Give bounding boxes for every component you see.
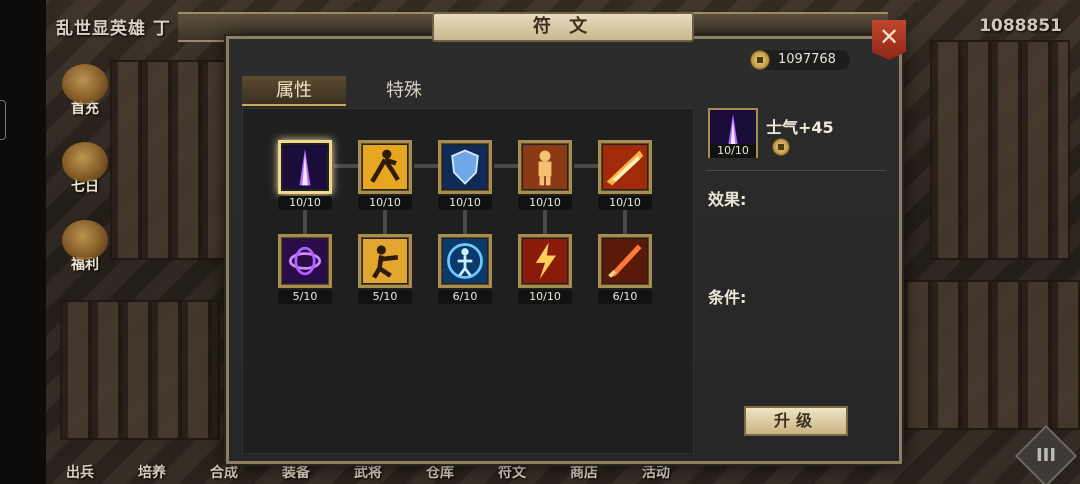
tab-special[interactable]: 特殊: [356, 76, 452, 106]
connector: [463, 210, 467, 234]
condition-label: 条件:: [708, 288, 747, 307]
rune-slot-1[interactable]: [278, 140, 332, 194]
nav-train[interactable]: 培养: [138, 462, 166, 482]
welfare-button[interactable]: 福利: [56, 220, 114, 282]
lightning-strike-icon: [523, 239, 567, 283]
currency-value: 1097768: [778, 52, 836, 67]
nav-rune[interactable]: 符文: [498, 462, 526, 482]
first-recharge-button[interactable]: 首充: [56, 64, 114, 126]
treasure-icon: [62, 220, 108, 260]
rune-slot-3[interactable]: [438, 140, 492, 194]
nav-warehouse[interactable]: 仓库: [426, 462, 454, 482]
nav-craft[interactable]: 合成: [210, 462, 238, 482]
connector: [334, 164, 358, 168]
nav-generals[interactable]: 武将: [354, 462, 382, 482]
cost-coin-icon: [772, 138, 790, 156]
connector: [543, 210, 547, 234]
blue-figure-icon: [443, 239, 487, 283]
fire-sword-icon: [603, 239, 647, 283]
rune-slot-8[interactable]: [438, 234, 492, 288]
edge-handle[interactable]: [0, 100, 6, 140]
connector: [383, 210, 387, 234]
running-figure-icon: [363, 145, 407, 189]
connector: [303, 210, 307, 234]
rune-slot-4[interactable]: [518, 140, 572, 194]
kick-figure-icon: [363, 239, 407, 283]
currency-display: 1097768: [750, 50, 850, 70]
rune-count-4: 10/10: [518, 196, 572, 210]
shield-icon: [443, 145, 487, 189]
rune-count-8: 6/10: [438, 290, 492, 304]
rune-count-7: 5/10: [358, 290, 412, 304]
fire-slash-icon: [603, 145, 647, 189]
rune-count-1: 10/10: [278, 196, 332, 210]
dialog-title: 符 文: [432, 12, 694, 42]
rune-count-3: 10/10: [438, 196, 492, 210]
selected-rune-name: 士气+45: [766, 118, 834, 137]
nav-equip[interactable]: 装备: [282, 462, 310, 482]
coin-icon: [750, 50, 770, 70]
connector: [574, 164, 598, 168]
nav-events[interactable]: 活动: [642, 462, 670, 482]
rune-slot-5[interactable]: [598, 140, 652, 194]
purple-vortex-icon: [283, 239, 327, 283]
rune-slot-2[interactable]: [358, 140, 412, 194]
rune-count-2: 10/10: [358, 196, 412, 210]
warrior-icon: [523, 145, 567, 189]
close-button[interactable]: ✕: [872, 20, 906, 60]
rune-slot-6[interactable]: [278, 234, 332, 288]
gift-icon: [62, 64, 108, 104]
rune-slot-7[interactable]: [358, 234, 412, 288]
rune-slot-9[interactable]: [518, 234, 572, 288]
upgrade-button[interactable]: 升级: [744, 406, 848, 436]
nav-deploy[interactable]: 出兵: [66, 462, 94, 482]
rune-count-5: 10/10: [598, 196, 652, 210]
effect-label: 效果:: [708, 190, 747, 209]
menu-icon: III: [1035, 445, 1057, 466]
tab-attributes[interactable]: 属性: [242, 76, 346, 106]
nav-shop[interactable]: 商店: [570, 462, 598, 482]
seven-day-button[interactable]: 七日: [56, 142, 114, 204]
left-edge-strip: [0, 0, 46, 484]
connector: [623, 210, 627, 234]
selected-rune-count: 10/10: [710, 144, 756, 158]
connector: [414, 164, 438, 168]
rune-count-9: 10/10: [518, 290, 572, 304]
rune-slot-10[interactable]: [598, 234, 652, 288]
connector: [494, 164, 518, 168]
divider: [706, 170, 886, 171]
rune-count-6: 5/10: [278, 290, 332, 304]
resource-count: 1088851: [979, 16, 1062, 36]
scroll-icon: [62, 142, 108, 182]
player-title: 乱世显英雄 丁: [56, 19, 171, 39]
rune-count-10: 6/10: [598, 290, 652, 304]
purple-beam-icon: [283, 145, 327, 189]
